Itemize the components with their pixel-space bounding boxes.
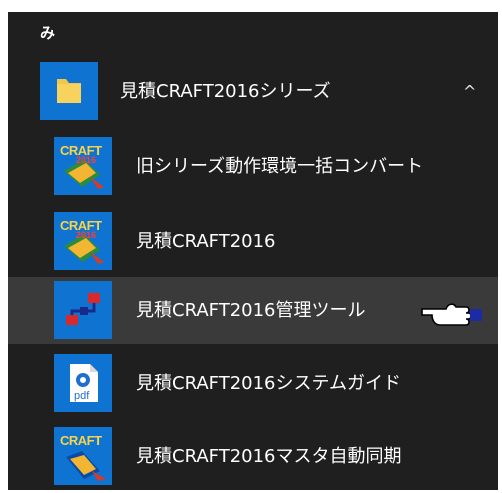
- craft-year-text: 2016: [76, 230, 97, 240]
- pdf-text: pdf: [74, 390, 90, 402]
- craft-year-text: 2016: [76, 155, 97, 165]
- menu-item-label: 見積CRAFT2016管理ツール: [136, 300, 366, 321]
- menu-item-admin-tool[interactable]: 見積CRAFT2016管理ツール: [8, 277, 498, 344]
- folder-label: 見積CRAFT2016シリーズ: [120, 81, 331, 102]
- start-menu-panel: み 見積CRAFT2016シリーズ ^ CRAFT 2016 旧シリーズ動作環境…: [8, 12, 498, 490]
- admin-tool-icon: [54, 281, 112, 339]
- craft-sync-icon: CRAFT: [54, 427, 112, 485]
- hand-pointer-cursor-icon: [420, 299, 484, 331]
- section-header-mi[interactable]: み: [40, 22, 55, 43]
- craft-converter-icon: CRAFT 2016: [54, 137, 112, 195]
- pdf-guide-icon: pdf: [54, 354, 112, 412]
- menu-item-master-sync[interactable]: CRAFT 見積CRAFT2016マスタ自動同期: [8, 423, 498, 490]
- menu-item-label: 旧シリーズ動作環境一括コンバート: [136, 156, 424, 177]
- menu-item-label: 見積CRAFT2016マスタ自動同期: [136, 446, 402, 467]
- craft-logo-text: CRAFT: [60, 433, 102, 448]
- menu-item-system-guide[interactable]: pdf 見積CRAFT2016システムガイド: [8, 350, 498, 417]
- menu-item-legacy-converter[interactable]: CRAFT 2016 旧シリーズ動作環境一括コンバート: [8, 133, 498, 200]
- folder-group-craft2016[interactable]: 見積CRAFT2016シリーズ ^: [8, 58, 498, 125]
- chevron-up-icon[interactable]: ^: [463, 58, 476, 125]
- menu-item-label: 見積CRAFT2016: [136, 231, 276, 252]
- folder-icon: [40, 62, 98, 120]
- craft-app-icon: CRAFT 2016: [54, 212, 112, 270]
- menu-item-craft2016[interactable]: CRAFT 2016 見積CRAFT2016: [8, 208, 498, 275]
- menu-item-label: 見積CRAFT2016システムガイド: [136, 373, 401, 394]
